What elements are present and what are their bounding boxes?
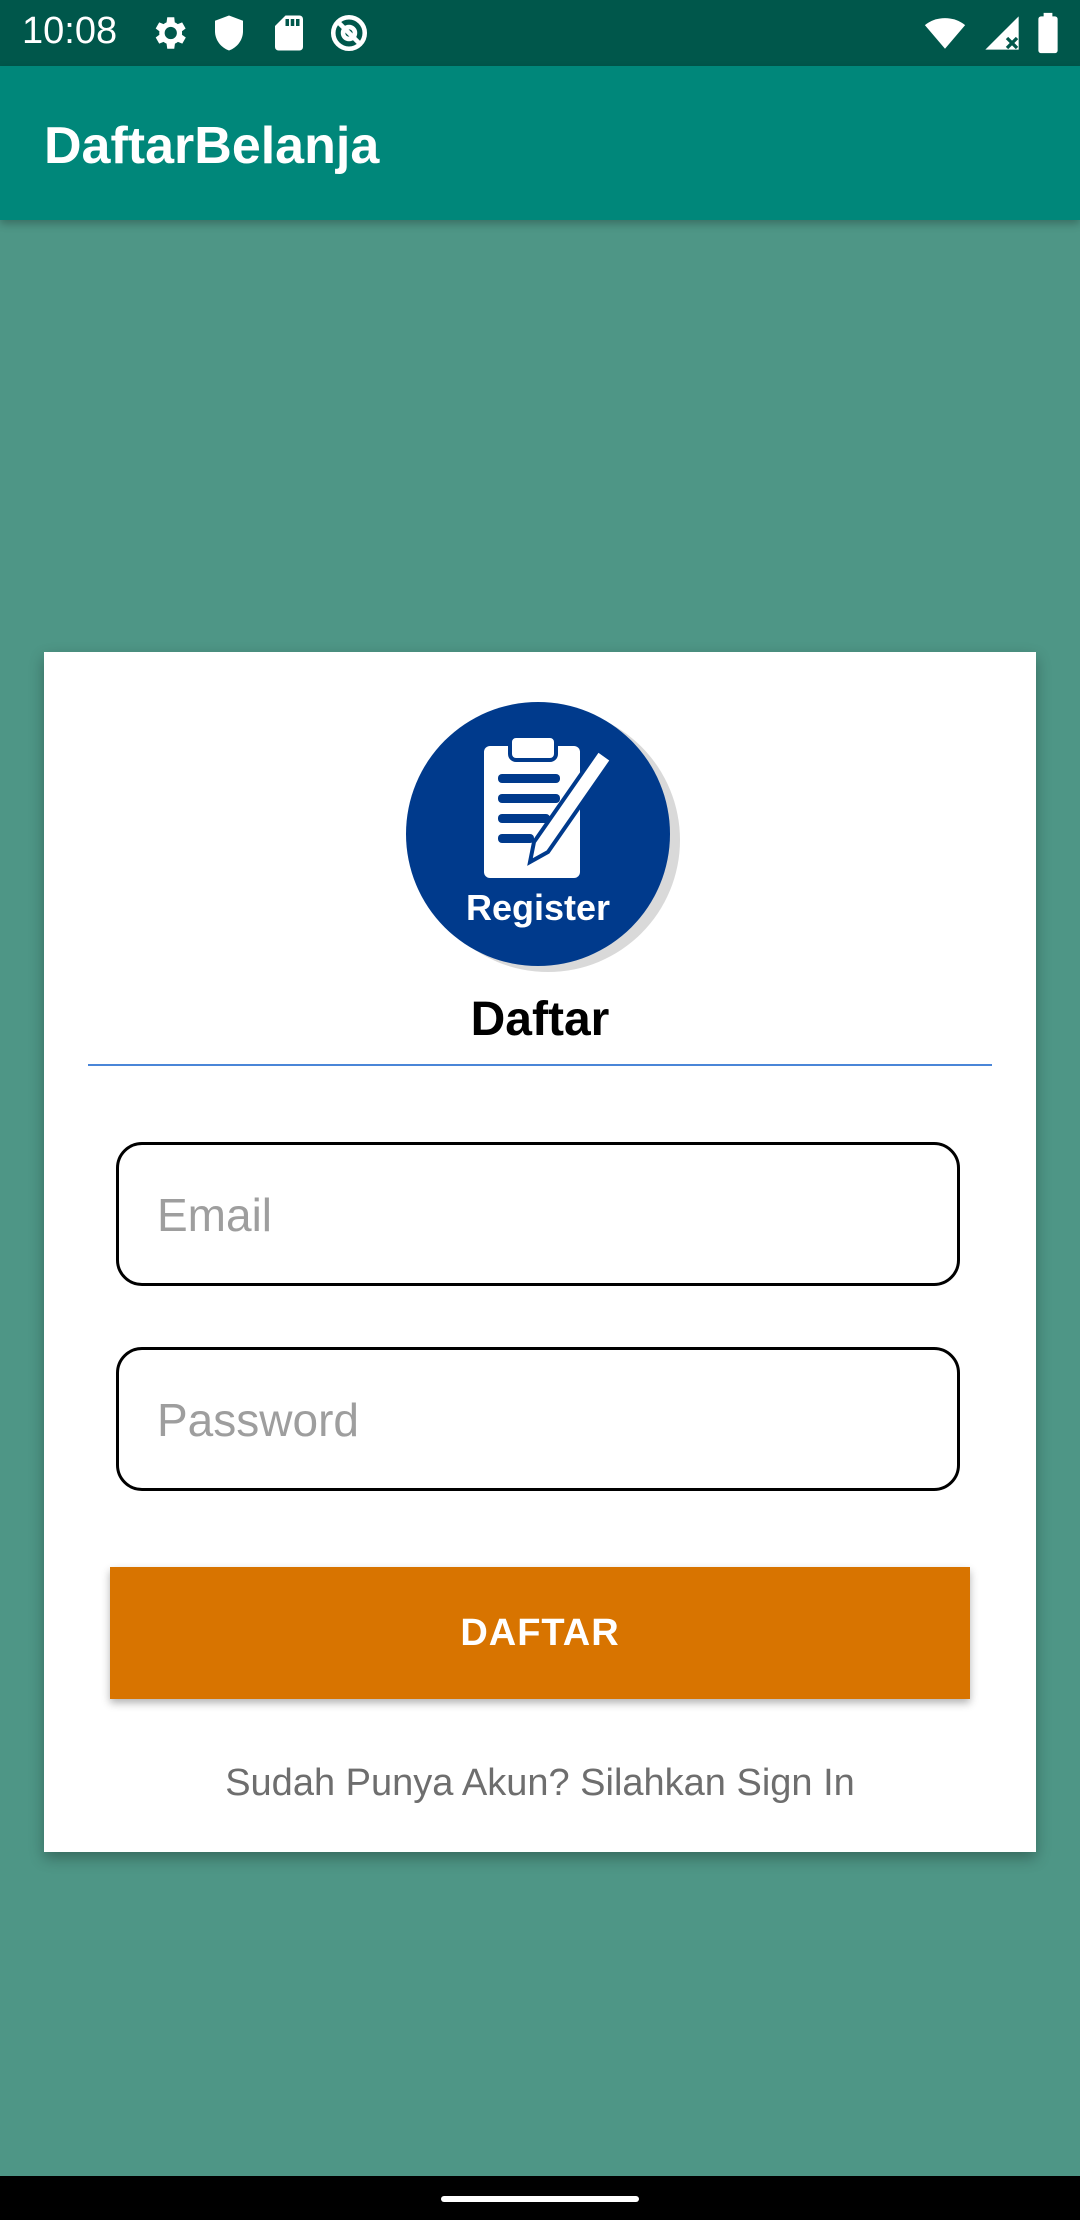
settings-icon xyxy=(155,17,186,49)
title-divider xyxy=(88,1064,992,1066)
wifi-icon xyxy=(924,18,966,49)
shield-icon xyxy=(215,15,243,51)
card-title: Daftar xyxy=(470,993,610,1046)
app-title: DaftarBelanja xyxy=(44,117,380,175)
sd-card-icon xyxy=(275,15,303,51)
status-time: 10:08 xyxy=(22,10,118,52)
password-input[interactable] xyxy=(155,1350,919,1490)
logo-text: Register xyxy=(466,887,610,928)
app-bar: DaftarBelanja xyxy=(0,66,1080,220)
home-indicator[interactable] xyxy=(441,2196,639,2202)
signal-icon xyxy=(985,16,1019,50)
at-sign-icon xyxy=(330,14,368,52)
email-field[interactable] xyxy=(116,1142,960,1286)
navigation-bar xyxy=(0,2176,1080,2220)
password-field[interactable] xyxy=(116,1347,960,1491)
email-input[interactable] xyxy=(155,1145,919,1285)
status-icons-right xyxy=(922,12,1060,54)
status-icons-left xyxy=(148,12,370,54)
register-logo: Register xyxy=(402,694,682,974)
register-card: Register Daftar DAFTAR Sudah Punya Akun?… xyxy=(44,652,1036,1852)
battery-icon xyxy=(1038,12,1058,54)
signin-link[interactable]: Sudah Punya Akun? Silahkan Sign In xyxy=(44,1762,1036,1805)
daftar-button[interactable]: DAFTAR xyxy=(110,1567,970,1699)
status-bar: 10:08 xyxy=(0,0,1080,66)
